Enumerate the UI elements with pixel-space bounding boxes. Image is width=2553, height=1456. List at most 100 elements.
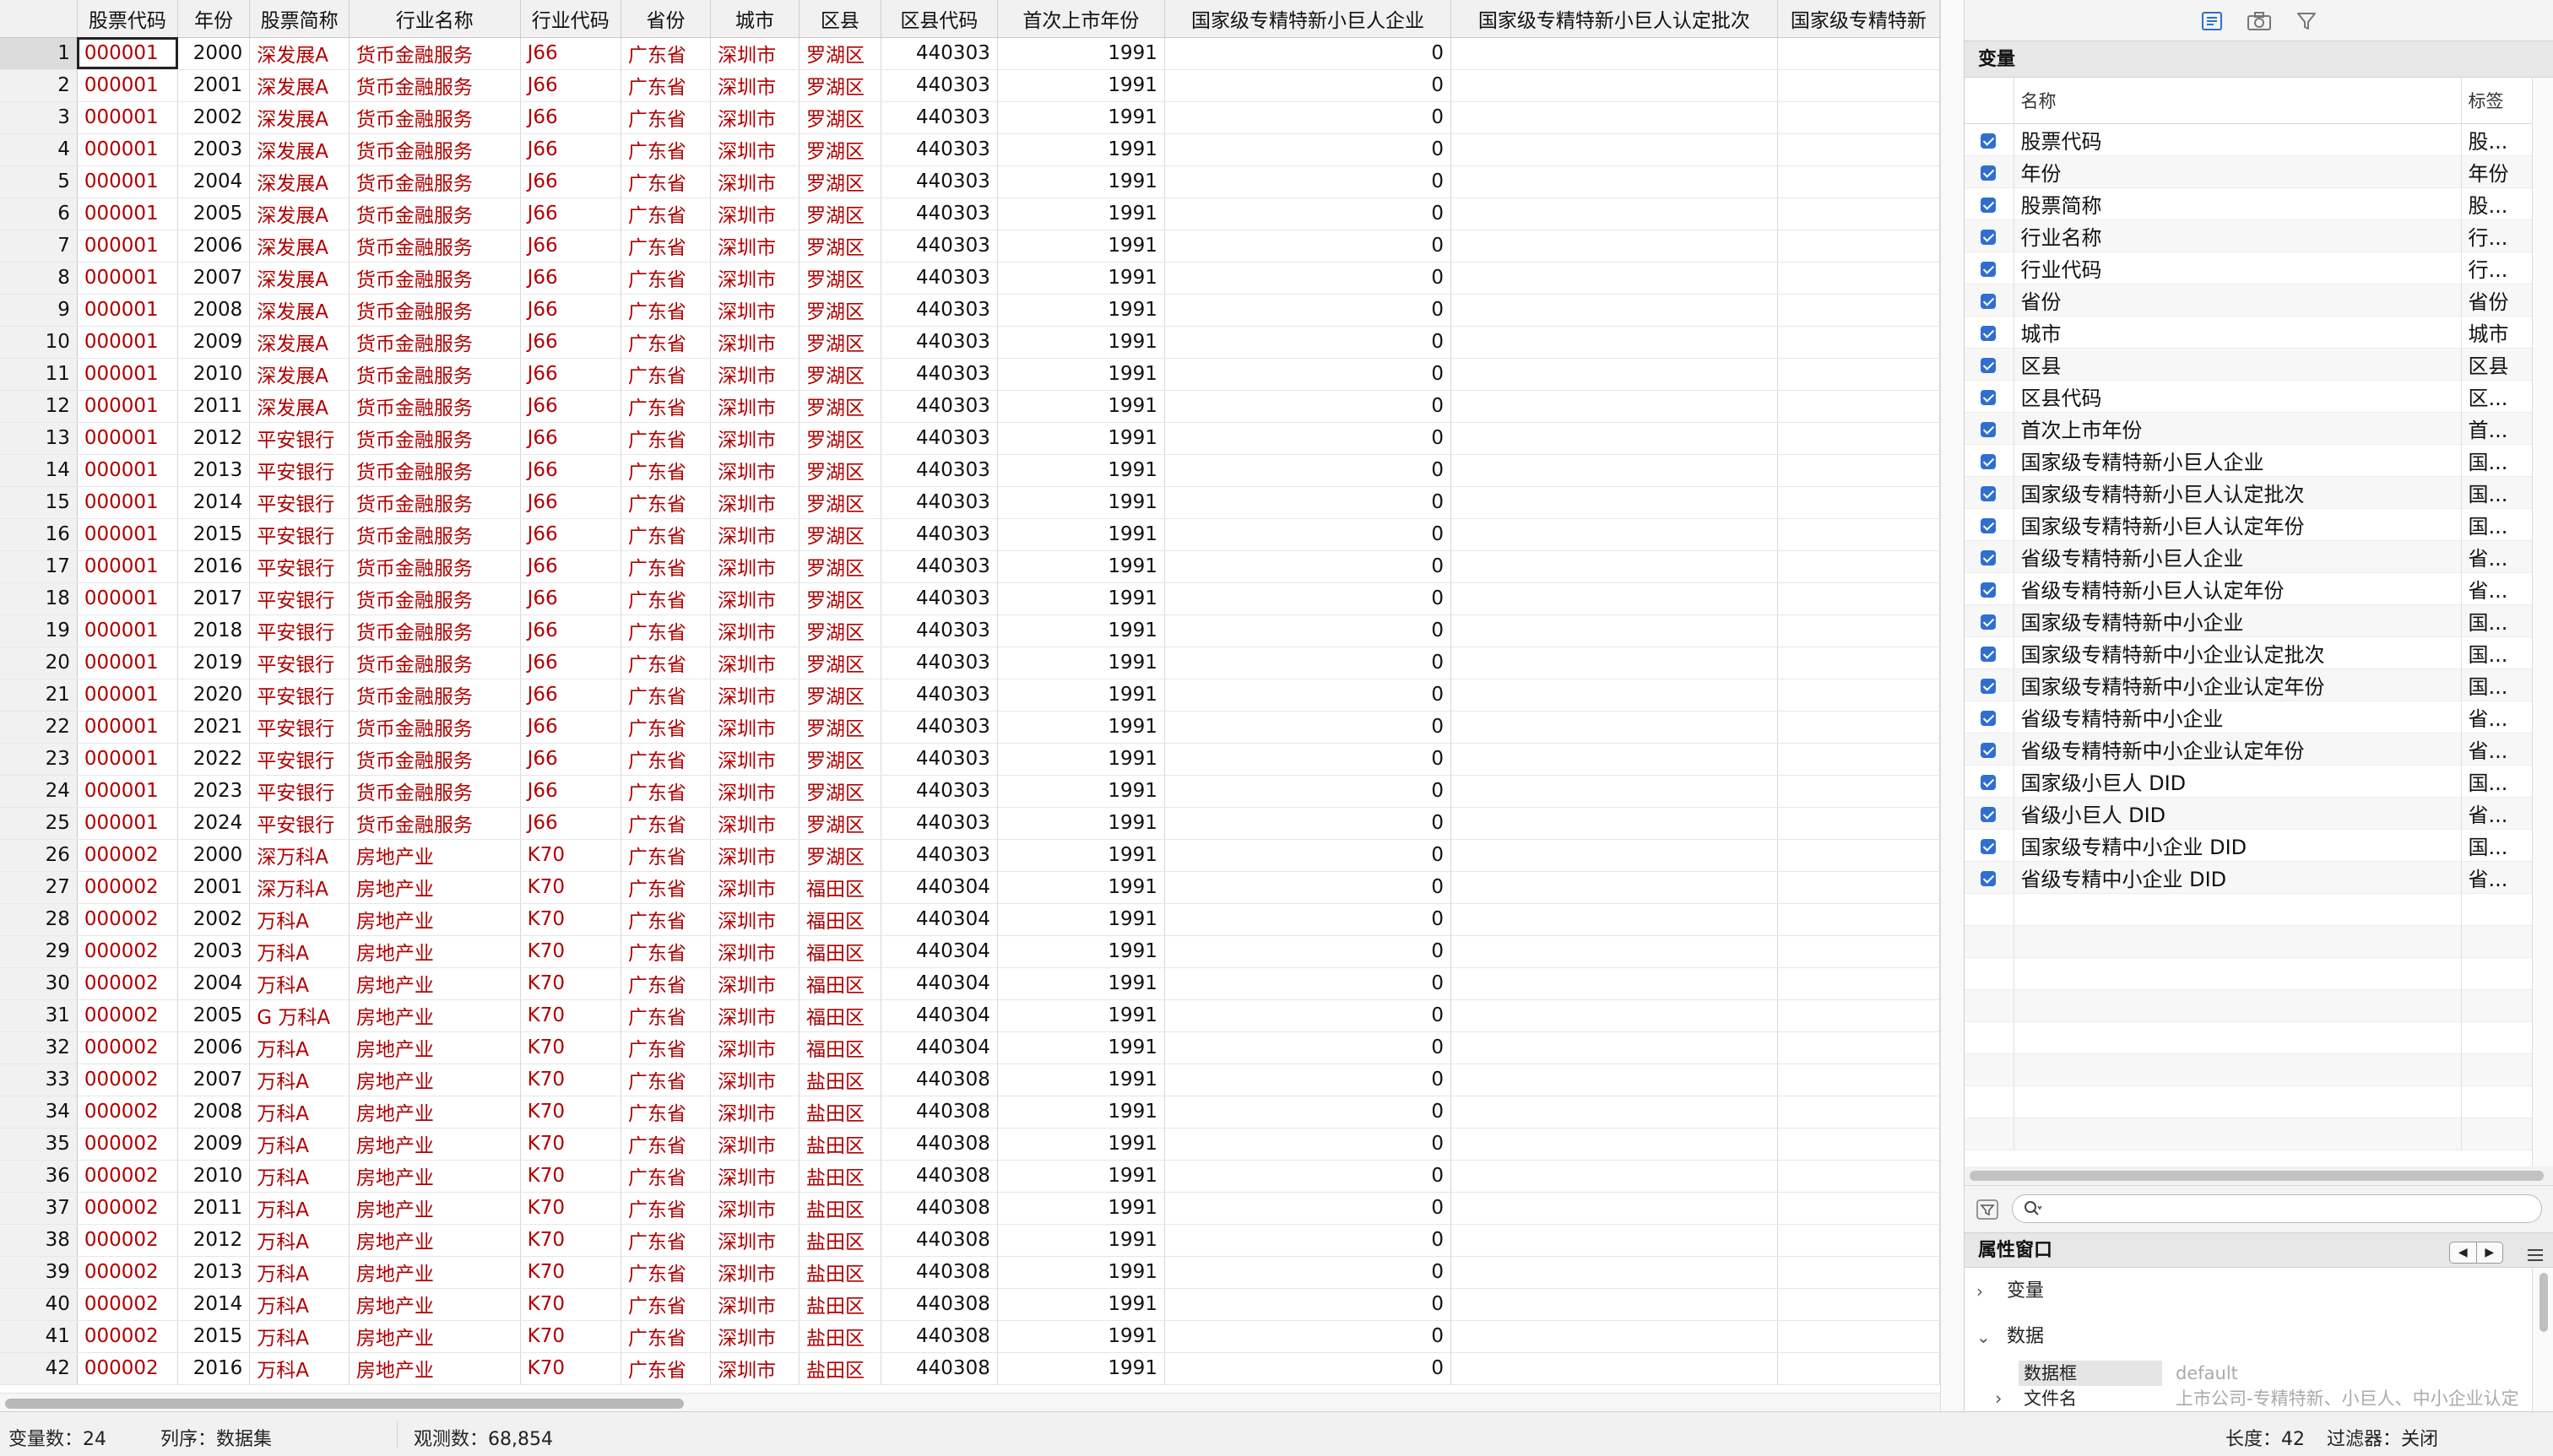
table-cell[interactable]: 货币金融服务 <box>349 37 521 70</box>
table-cell[interactable]: 0 <box>1164 262 1452 295</box>
table-cell[interactable]: 2018 <box>177 614 251 647</box>
variable-checkbox-cell[interactable] <box>1965 219 2014 252</box>
variable-checkbox-cell[interactable] <box>1965 187 2014 220</box>
table-cell[interactable] <box>1450 262 1778 295</box>
table-cell[interactable]: 0 <box>1164 1160 1452 1193</box>
table-cell[interactable]: 0 <box>1164 1288 1452 1321</box>
table-cell[interactable]: 2010 <box>177 358 251 391</box>
table-cell[interactable]: 440303 <box>881 518 998 551</box>
table-cell[interactable]: 深发展A <box>249 230 350 263</box>
table-cell[interactable] <box>1777 486 1940 519</box>
table-cell[interactable]: 440303 <box>881 647 998 679</box>
table-cell[interactable]: 深圳市 <box>710 903 800 936</box>
table-cell[interactable]: J66 <box>520 614 621 647</box>
table-cell[interactable]: 罗湖区 <box>799 390 881 423</box>
table-cell[interactable]: 盐田区 <box>799 1320 881 1353</box>
table-cell[interactable]: 0 <box>1164 326 1452 359</box>
table-cell[interactable]: 广东省 <box>621 165 712 198</box>
table-cell[interactable]: 000002 <box>77 1256 179 1289</box>
table-cell[interactable]: 罗湖区 <box>799 198 881 230</box>
table-cell[interactable] <box>1450 1031 1778 1064</box>
table-cell[interactable]: 0 <box>1164 1064 1452 1096</box>
row-number[interactable]: 18 <box>0 582 78 615</box>
table-cell[interactable] <box>1777 903 1940 936</box>
checkbox-checked-icon[interactable] <box>1981 517 1997 533</box>
table-cell[interactable] <box>1450 903 1778 936</box>
table-cell[interactable]: 货币金融服务 <box>349 294 521 327</box>
row-number[interactable]: 24 <box>0 775 78 808</box>
table-cell[interactable] <box>1450 679 1778 712</box>
table-cell[interactable]: 1991 <box>997 486 1165 519</box>
table-cell[interactable]: 440303 <box>881 165 998 198</box>
table-cell[interactable] <box>1450 454 1778 487</box>
table-cell[interactable]: 福田区 <box>799 999 881 1032</box>
properties-scroll-thumb[interactable] <box>2539 1273 2548 1332</box>
table-cell[interactable] <box>1777 679 1940 712</box>
table-cell[interactable]: 1991 <box>997 1192 1165 1225</box>
table-cell[interactable]: K70 <box>520 1256 621 1289</box>
table-cell[interactable]: 000002 <box>77 1031 179 1064</box>
row-number[interactable]: 36 <box>0 1160 78 1193</box>
table-cell[interactable]: 2005 <box>177 999 251 1032</box>
table-cell[interactable] <box>1777 198 1940 230</box>
table-cell[interactable] <box>1777 390 1940 423</box>
row-number[interactable]: 6 <box>0 198 78 230</box>
row-number[interactable]: 28 <box>0 903 78 936</box>
checkbox-checked-icon[interactable] <box>1981 870 1997 886</box>
checkbox-checked-icon[interactable] <box>1981 742 1997 758</box>
checkbox-checked-icon[interactable] <box>1981 646 1997 662</box>
table-cell[interactable] <box>1450 422 1778 455</box>
table-cell[interactable]: 000002 <box>77 967 179 1000</box>
table-cell[interactable]: 平安银行 <box>249 518 350 551</box>
table-cell[interactable]: 1991 <box>997 358 1165 391</box>
table-cell[interactable]: 货币金融服务 <box>349 422 521 455</box>
table-cell[interactable] <box>1450 1192 1778 1225</box>
table-cell[interactable]: 万科A <box>249 903 350 936</box>
table-cell[interactable]: 1991 <box>997 679 1165 712</box>
table-cell[interactable] <box>1450 839 1778 872</box>
table-cell[interactable] <box>1450 1320 1778 1353</box>
table-cell[interactable]: 2016 <box>177 1352 251 1385</box>
table-cell[interactable]: 0 <box>1164 999 1452 1032</box>
table-cell[interactable]: 1991 <box>997 839 1165 872</box>
table-cell[interactable] <box>1777 1320 1940 1353</box>
table-cell[interactable]: 房地产业 <box>349 1031 521 1064</box>
table-cell[interactable] <box>1777 614 1940 647</box>
table-cell[interactable]: 0 <box>1164 358 1452 391</box>
table-cell[interactable]: 1991 <box>997 230 1165 263</box>
table-cell[interactable]: 罗湖区 <box>799 614 881 647</box>
filter-variables-icon[interactable] <box>1976 1199 1998 1220</box>
table-cell[interactable]: 0 <box>1164 1320 1452 1353</box>
table-cell[interactable]: 0 <box>1164 294 1452 327</box>
table-cell[interactable]: 1991 <box>997 294 1165 327</box>
table-cell[interactable]: 440304 <box>881 999 998 1032</box>
table-cell[interactable]: 440308 <box>881 1256 998 1289</box>
table-cell[interactable]: 440304 <box>881 935 998 968</box>
table-cell[interactable]: 0 <box>1164 101 1452 134</box>
table-cell[interactable]: 1991 <box>997 967 1165 1000</box>
table-cell[interactable]: 货币金融服务 <box>349 133 521 166</box>
column-header[interactable]: 区县代码 <box>881 0 998 38</box>
table-cell[interactable]: 平安银行 <box>249 711 350 744</box>
table-cell[interactable]: 房地产业 <box>349 1224 521 1257</box>
column-header[interactable]: 国家级专精特新 <box>1777 0 1940 38</box>
table-cell[interactable]: 万科A <box>249 1128 350 1161</box>
table-cell[interactable]: 房地产业 <box>349 839 521 872</box>
table-cell[interactable]: K70 <box>520 871 621 904</box>
table-cell[interactable]: 2000 <box>177 37 251 70</box>
table-cell[interactable]: 深发展A <box>249 326 350 359</box>
table-cell[interactable]: 深圳市 <box>710 294 800 327</box>
table-cell[interactable]: 货币金融服务 <box>349 69 521 102</box>
table-cell[interactable]: 440303 <box>881 230 998 263</box>
table-cell[interactable]: 广东省 <box>621 1256 712 1289</box>
table-cell[interactable]: 1991 <box>997 133 1165 166</box>
properties-vertical-scrollbar[interactable] <box>2532 1268 2553 1411</box>
table-cell[interactable] <box>1777 37 1940 70</box>
table-cell[interactable]: 1991 <box>997 518 1165 551</box>
table-cell[interactable]: J66 <box>520 37 621 70</box>
table-cell[interactable]: 罗湖区 <box>799 165 881 198</box>
table-cell[interactable]: 000002 <box>77 999 179 1032</box>
table-cell[interactable]: 1991 <box>997 775 1165 808</box>
table-cell[interactable]: 广东省 <box>621 518 712 551</box>
table-cell[interactable]: 深圳市 <box>710 262 800 295</box>
